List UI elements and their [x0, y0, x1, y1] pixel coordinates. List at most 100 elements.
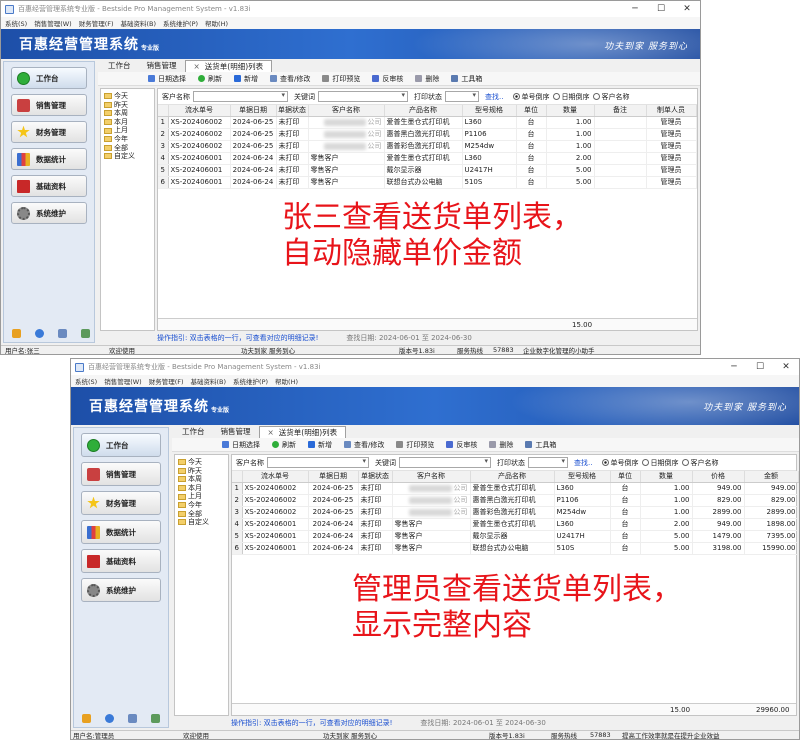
menu-finance[interactable]: 财务管理(F): [149, 376, 184, 386]
menu-help[interactable]: 帮助(H): [275, 376, 298, 386]
sidebar-item-maintenance[interactable]: 系统维护: [11, 202, 87, 224]
title-bar[interactable]: 百惠经营管理系统专业版 - Bestside Pro Management Sy…: [1, 1, 700, 17]
col-header[interactable]: 客户名称: [308, 105, 385, 117]
tab-close-icon[interactable]: ×: [194, 62, 200, 71]
date-select-button[interactable]: 日期选择: [222, 440, 260, 450]
note-icon[interactable]: [12, 329, 21, 338]
minimize-icon[interactable]: ─: [721, 362, 747, 372]
col-header[interactable]: 金额: [744, 471, 799, 483]
print-status-select[interactable]: [445, 91, 479, 102]
col-header[interactable]: 单位: [610, 471, 641, 483]
sort-by-customer-radio[interactable]: [593, 93, 601, 100]
col-header[interactable]: 单据状态: [358, 471, 393, 483]
col-header[interactable]: 产品名称: [384, 105, 463, 117]
col-header[interactable]: 产品名称: [470, 471, 555, 483]
tab-delivery-list[interactable]: × 送货单(明细)列表: [258, 426, 347, 438]
help-icon[interactable]: [105, 714, 114, 723]
unaudit-button[interactable]: 反审核: [446, 440, 477, 450]
table-row[interactable]: 2 XS-202406002 2024-06-25 未打印 公司 惠普黑白激光打印机 P11…: [158, 128, 697, 141]
view-edit-button[interactable]: 查看/修改: [344, 440, 384, 450]
title-bar[interactable]: 百惠经营管理系统专业版 - Bestside Pro Management Sy…: [71, 359, 799, 375]
toolbox-button[interactable]: 工具箱: [525, 440, 556, 450]
print-status-select[interactable]: [528, 457, 568, 468]
sidebar-item-basic-data[interactable]: 基础资料: [11, 175, 87, 197]
keyword-select[interactable]: [318, 91, 408, 102]
col-header[interactable]: 型号规格: [554, 471, 611, 483]
menu-sales[interactable]: 销售管理(W): [34, 18, 72, 28]
unaudit-button[interactable]: 反审核: [372, 74, 403, 84]
delete-button[interactable]: 删除: [489, 440, 513, 450]
customer-select[interactable]: [193, 91, 288, 102]
calendar-icon[interactable]: [128, 714, 137, 723]
help-icon[interactable]: [35, 329, 44, 338]
search-link[interactable]: 查找..: [485, 92, 503, 102]
search-link[interactable]: 查找..: [574, 458, 592, 468]
sort-by-date-radio[interactable]: [642, 459, 650, 466]
add-button[interactable]: 新增: [234, 74, 258, 84]
col-header[interactable]: 单据日期: [230, 105, 277, 117]
tree-item-this-week[interactable]: 本周: [178, 475, 228, 484]
sidebar-item-maintenance[interactable]: 系统维护: [81, 578, 161, 602]
note-icon[interactable]: [82, 714, 91, 723]
col-header[interactable]: 单据状态: [276, 105, 309, 117]
sidebar-item-statistics[interactable]: 数据统计: [81, 520, 161, 544]
calculator-icon[interactable]: [81, 329, 90, 338]
sidebar-item-sales[interactable]: 销售管理: [81, 462, 161, 486]
keyword-select[interactable]: [399, 457, 491, 468]
table-row[interactable]: 5 XS-202406001 2024-06-24 未打印 零售客户 戴尔显示器 U2417…: [158, 164, 697, 177]
sidebar-item-workbench[interactable]: 工作台: [81, 433, 161, 457]
tree-item-custom[interactable]: 自定义: [104, 152, 154, 161]
col-header[interactable]: 制单人员: [646, 105, 697, 117]
tab-close-icon[interactable]: ×: [268, 428, 274, 437]
col-header[interactable]: 流水单号: [242, 471, 309, 483]
table-row[interactable]: 4 XS-202406001 2024-06-24 未打印 零售客户 爱普生墨仓式打印机 L…: [158, 152, 697, 165]
minimize-icon[interactable]: ─: [622, 4, 648, 14]
sidebar-item-statistics[interactable]: 数据统计: [11, 148, 87, 170]
sort-by-number-radio[interactable]: [513, 93, 521, 100]
tree-item-this-year[interactable]: 今年: [178, 501, 228, 510]
table-row[interactable]: 2 XS-202406002 2024-06-25 未打印 公司 惠普黑白激光打印机 P11…: [232, 494, 799, 507]
maximize-icon[interactable]: ☐: [648, 4, 674, 14]
tree-item-all[interactable]: 全部: [178, 510, 228, 519]
view-edit-button[interactable]: 查看/修改: [270, 74, 310, 84]
sort-by-number-radio[interactable]: [602, 459, 610, 466]
table-row[interactable]: 6 XS-202406001 2024-06-24 未打印 零售客户 联想台式办公电脑 51…: [232, 542, 799, 555]
close-icon[interactable]: ✕: [674, 4, 700, 14]
menu-sales[interactable]: 销售管理(W): [104, 376, 142, 386]
customer-select[interactable]: [267, 457, 369, 468]
calendar-icon[interactable]: [58, 329, 67, 338]
print-preview-button[interactable]: 打印预览: [322, 74, 360, 84]
date-select-button[interactable]: 日期选择: [148, 74, 186, 84]
tree-item-this-week[interactable]: 本周: [104, 109, 154, 118]
tree-item-last-month[interactable]: 上月: [178, 492, 228, 501]
tree-item-this-month[interactable]: 本月: [178, 484, 228, 493]
sidebar-item-finance[interactable]: 财务管理: [81, 491, 161, 515]
tab-workbench[interactable]: 工作台: [100, 60, 139, 72]
menu-basic[interactable]: 基础资料(B): [121, 18, 157, 28]
sidebar-item-basic-data[interactable]: 基础资料: [81, 549, 161, 573]
table-row[interactable]: 3 XS-202406002 2024-06-25 未打印 公司 惠普彩色激光打印机 M25…: [232, 506, 799, 519]
table-row[interactable]: 6 XS-202406001 2024-06-24 未打印 零售客户 联想台式办公电脑 51…: [158, 176, 697, 189]
tree-item-yesterday[interactable]: 昨天: [104, 101, 154, 110]
sidebar-item-finance[interactable]: 财务管理: [11, 121, 87, 143]
menu-help[interactable]: 帮助(H): [205, 18, 228, 28]
tab-sales[interactable]: 销售管理: [213, 426, 259, 438]
col-header[interactable]: 单据日期: [308, 471, 359, 483]
col-header[interactable]: 型号规格: [462, 105, 517, 117]
tab-sales[interactable]: 销售管理: [139, 60, 185, 72]
tree-item-this-year[interactable]: 今年: [104, 135, 154, 144]
table-row[interactable]: 5 XS-202406001 2024-06-24 未打印 零售客户 戴尔显示器 U2417…: [232, 530, 799, 543]
delete-button[interactable]: 删除: [415, 74, 439, 84]
menu-basic[interactable]: 基础资料(B): [191, 376, 227, 386]
sort-by-date-radio[interactable]: [553, 93, 561, 100]
tree-item-today[interactable]: 今天: [104, 92, 154, 101]
table-row[interactable]: 1 XS-202406002 2024-06-25 未打印 公司 爱普生墨仓式打印机 L36…: [232, 482, 799, 495]
print-preview-button[interactable]: 打印预览: [396, 440, 434, 450]
table-row[interactable]: 3 XS-202406002 2024-06-25 未打印 公司 惠普彩色激光打印机 M25…: [158, 140, 697, 153]
tree-item-last-month[interactable]: 上月: [104, 126, 154, 135]
table-row[interactable]: 4 XS-202406001 2024-06-24 未打印 零售客户 爱普生墨仓式打印机 L…: [232, 518, 799, 531]
col-header[interactable]: 单位: [516, 105, 547, 117]
col-header[interactable]: 备注: [594, 105, 647, 117]
menu-system[interactable]: 系统(S): [75, 376, 97, 386]
sidebar-item-sales[interactable]: 销售管理: [11, 94, 87, 116]
